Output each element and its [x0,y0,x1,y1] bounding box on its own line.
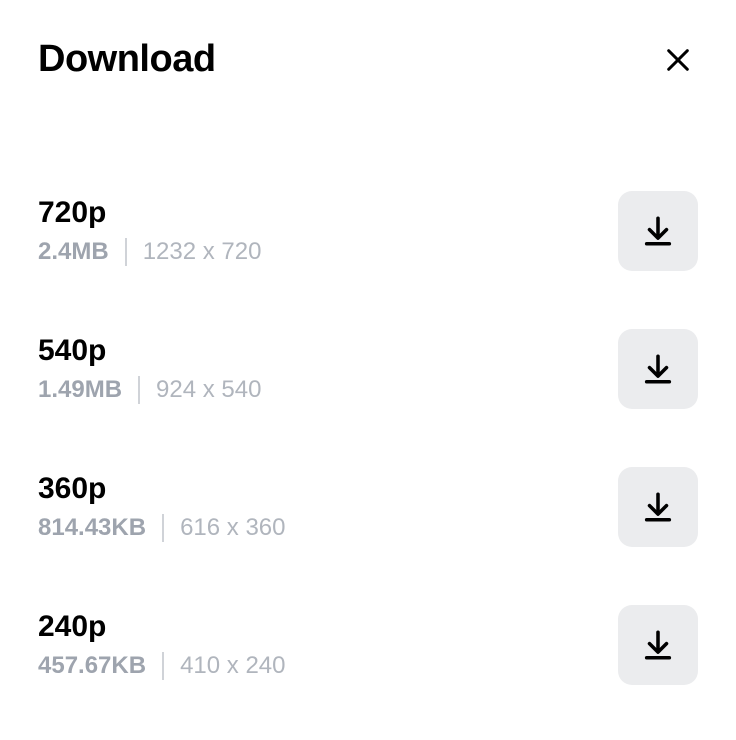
filesize-label: 814.43KB [38,514,162,542]
dimensions-label: 924 x 540 [140,376,261,404]
download-option-360p: 360p 814.43KB 616 x 360 [38,467,698,547]
download-icon [641,352,675,386]
resolution-label: 360p [38,472,286,506]
option-text: 720p 2.4MB 1232 x 720 [38,196,261,266]
option-meta: 1.49MB 924 x 540 [38,376,261,404]
download-button-720p[interactable] [618,191,698,271]
option-meta: 814.43KB 616 x 360 [38,514,286,542]
download-option-240p: 240p 457.67KB 410 x 240 [38,605,698,685]
resolution-label: 720p [38,196,261,230]
resolution-label: 240p [38,610,286,644]
download-options-list: 720p 2.4MB 1232 x 720 540p 1.49MB 924 x … [38,191,698,685]
resolution-label: 540p [38,334,261,368]
option-text: 240p 457.67KB 410 x 240 [38,610,286,680]
dimensions-label: 1232 x 720 [127,238,262,266]
download-icon [641,214,675,248]
download-option-540p: 540p 1.49MB 924 x 540 [38,329,698,409]
option-meta: 457.67KB 410 x 240 [38,652,286,680]
filesize-label: 1.49MB [38,376,138,404]
option-text: 360p 814.43KB 616 x 360 [38,472,286,542]
download-button-540p[interactable] [618,329,698,409]
option-meta: 2.4MB 1232 x 720 [38,238,261,266]
filesize-label: 2.4MB [38,238,125,266]
dimensions-label: 616 x 360 [164,514,285,542]
download-button-240p[interactable] [618,605,698,685]
dimensions-label: 410 x 240 [164,652,285,680]
download-icon [641,490,675,524]
close-icon [664,46,692,74]
filesize-label: 457.67KB [38,652,162,680]
download-button-360p[interactable] [618,467,698,547]
option-text: 540p 1.49MB 924 x 540 [38,334,261,404]
download-icon [641,628,675,662]
dialog-header: Download [38,38,698,81]
download-option-720p: 720p 2.4MB 1232 x 720 [38,191,698,271]
dialog-title: Download [38,38,216,81]
close-button[interactable] [658,40,698,80]
